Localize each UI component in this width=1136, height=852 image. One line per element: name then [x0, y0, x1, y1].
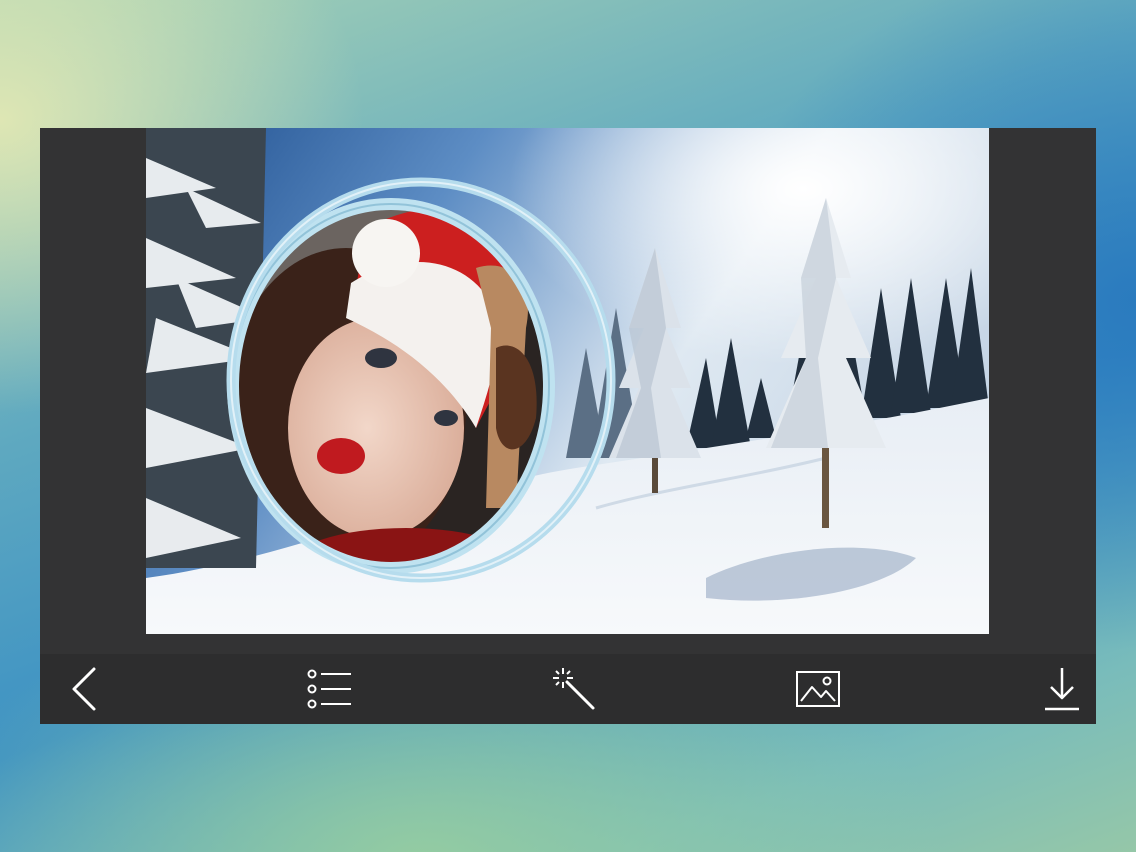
download-icon	[1045, 668, 1079, 711]
back-button[interactable]	[60, 663, 112, 715]
gallery-button[interactable]	[792, 663, 844, 715]
photo-canvas[interactable]	[146, 128, 989, 634]
editor-panel	[40, 128, 1096, 724]
chevron-left-icon	[72, 667, 96, 711]
effects-button[interactable]	[548, 663, 600, 715]
frame-preview	[146, 128, 989, 634]
list-icon	[307, 669, 351, 709]
bottom-toolbar	[40, 654, 1096, 724]
magic-wand-icon	[553, 668, 595, 710]
save-button[interactable]	[1036, 663, 1088, 715]
frames-list-button[interactable]	[304, 663, 356, 715]
image-icon	[796, 671, 840, 707]
